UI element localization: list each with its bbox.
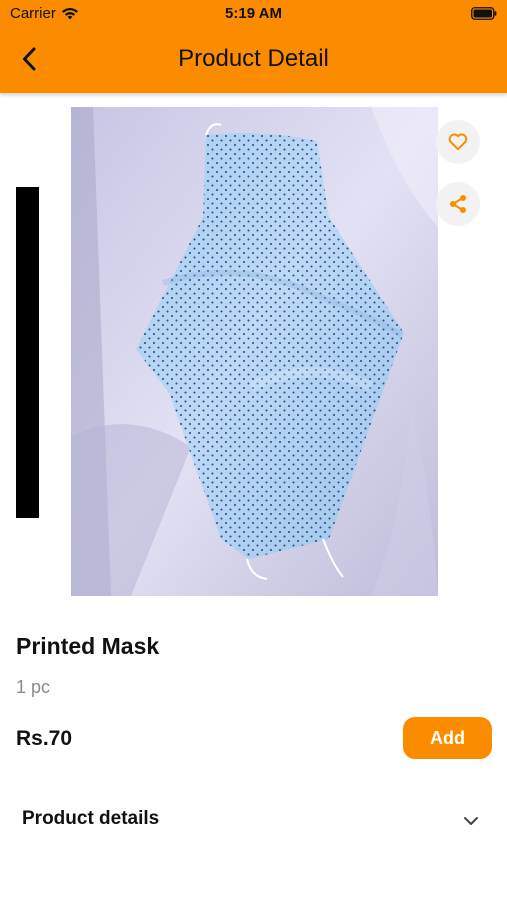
status-bar: Carrier 5:19 AM (0, 0, 507, 28)
clock: 5:19 AM (225, 5, 282, 22)
gallery-indicator (16, 187, 39, 518)
product-photo (71, 107, 438, 596)
product-details-toggle[interactable]: Product details (0, 796, 507, 844)
chevron-down-icon (464, 817, 478, 825)
battery-icon (471, 7, 497, 20)
product-details-label: Product details (22, 808, 160, 829)
product-name: Printed Mask (16, 633, 160, 659)
add-to-cart-button[interactable]: Add (403, 717, 492, 759)
share-icon (450, 195, 466, 213)
page-title: Product Detail (178, 45, 329, 72)
share-button[interactable] (436, 182, 480, 226)
app-header: Carrier 5:19 AM Product Detail (0, 0, 507, 93)
product-image[interactable] (71, 107, 438, 596)
heart-icon (448, 133, 468, 151)
product-gallery (0, 93, 507, 608)
favorite-button[interactable] (436, 120, 480, 164)
product-price: Rs.70 (16, 727, 73, 750)
navigation-bar: Product Detail (0, 28, 507, 93)
product-unit: 1 pc (16, 677, 51, 697)
